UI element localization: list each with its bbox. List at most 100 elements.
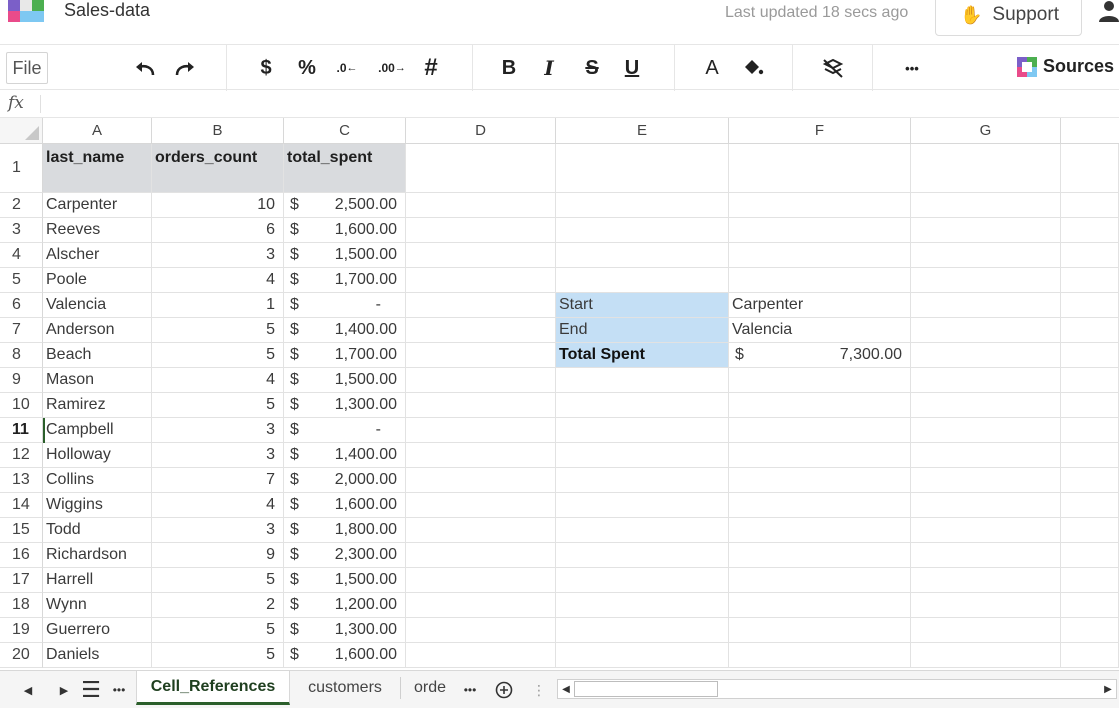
- column-header-d[interactable]: D: [406, 118, 556, 144]
- empty-cell[interactable]: [911, 368, 1061, 393]
- empty-cell[interactable]: [729, 193, 911, 218]
- empty-cell[interactable]: [556, 268, 729, 293]
- orders-count-cell[interactable]: 3: [152, 243, 284, 268]
- bold-button[interactable]: B: [496, 53, 522, 83]
- empty-cell[interactable]: [556, 218, 729, 243]
- empty-cell[interactable]: [1061, 443, 1119, 468]
- row-header[interactable]: 16: [0, 543, 43, 568]
- column-header-f[interactable]: F: [729, 118, 911, 144]
- tab-customers[interactable]: customers: [292, 671, 398, 705]
- row-header[interactable]: 10: [0, 393, 43, 418]
- empty-cell[interactable]: [1061, 193, 1119, 218]
- prev-sheet-arrow-icon[interactable]: ◀: [18, 671, 38, 708]
- last-name-cell[interactable]: Anderson: [43, 318, 152, 343]
- orders-count-cell[interactable]: 3: [152, 418, 284, 443]
- empty-cell[interactable]: [556, 543, 729, 568]
- orders-count-cell[interactable]: 9: [152, 543, 284, 568]
- sheet-list-icon[interactable]: ☰: [78, 671, 104, 708]
- empty-cell[interactable]: [406, 543, 556, 568]
- underline-button[interactable]: U: [618, 53, 646, 83]
- empty-cell[interactable]: [911, 144, 1061, 193]
- column-header-extra[interactable]: [1061, 118, 1119, 144]
- last-name-cell[interactable]: Poole: [43, 268, 152, 293]
- orders-count-cell[interactable]: 4: [152, 368, 284, 393]
- total-spent-cell[interactable]: $1,500.00: [284, 368, 406, 393]
- header-cell-b[interactable]: orders_count: [152, 144, 284, 193]
- empty-cell[interactable]: [406, 193, 556, 218]
- last-name-cell[interactable]: Campbell: [43, 418, 152, 443]
- empty-cell[interactable]: [729, 268, 911, 293]
- row-header[interactable]: 3: [0, 218, 43, 243]
- last-name-cell[interactable]: Wiggins: [43, 493, 152, 518]
- empty-cell[interactable]: [729, 543, 911, 568]
- empty-cell[interactable]: [556, 418, 729, 443]
- empty-cell[interactable]: [1061, 493, 1119, 518]
- orders-count-cell[interactable]: 3: [152, 518, 284, 543]
- empty-cell[interactable]: [911, 518, 1061, 543]
- orders-count-cell[interactable]: 5: [152, 618, 284, 643]
- empty-cell[interactable]: [911, 618, 1061, 643]
- empty-cell[interactable]: [729, 618, 911, 643]
- empty-cell[interactable]: [729, 518, 911, 543]
- empty-cell[interactable]: [1061, 144, 1119, 193]
- tab-cell-references[interactable]: Cell_References: [136, 671, 290, 705]
- row-header[interactable]: 14: [0, 493, 43, 518]
- empty-cell[interactable]: [911, 218, 1061, 243]
- more-sheets-icon[interactable]: •••: [458, 671, 482, 708]
- total-spent-cell[interactable]: $1,300.00: [284, 618, 406, 643]
- orders-count-cell[interactable]: 5: [152, 393, 284, 418]
- empty-cell[interactable]: [406, 318, 556, 343]
- last-name-cell[interactable]: Valencia: [43, 293, 152, 318]
- empty-cell[interactable]: [729, 643, 911, 668]
- empty-cell[interactable]: [406, 144, 556, 193]
- app-logo-icon[interactable]: [8, 0, 44, 22]
- header-cell-a[interactable]: last_name: [43, 144, 152, 193]
- column-header-c[interactable]: C: [284, 118, 406, 144]
- empty-cell[interactable]: [406, 518, 556, 543]
- support-button[interactable]: ✋ Support: [935, 0, 1082, 36]
- increase-decimal-button[interactable]: .00 →: [376, 53, 408, 83]
- row-header[interactable]: 2: [0, 193, 43, 218]
- total-spent-cell[interactable]: $1,700.00: [284, 343, 406, 368]
- column-header-g[interactable]: G: [911, 118, 1061, 144]
- orders-count-cell[interactable]: 4: [152, 493, 284, 518]
- total-spent-cell[interactable]: $1,500.00: [284, 243, 406, 268]
- formula-input[interactable]: [48, 94, 1108, 114]
- empty-cell[interactable]: [556, 518, 729, 543]
- italic-button[interactable]: I: [536, 53, 562, 83]
- empty-cell[interactable]: [406, 493, 556, 518]
- last-name-cell[interactable]: Reeves: [43, 218, 152, 243]
- empty-cell[interactable]: [1061, 568, 1119, 593]
- row-header[interactable]: 20: [0, 643, 43, 668]
- percent-format-button[interactable]: %: [292, 53, 322, 83]
- drag-handle-icon[interactable]: ⋮: [532, 671, 546, 708]
- last-name-cell[interactable]: Ramirez: [43, 393, 152, 418]
- total-spent-cell[interactable]: $1,500.00: [284, 568, 406, 593]
- total-spent-cell[interactable]: $1,700.00: [284, 268, 406, 293]
- empty-cell[interactable]: [729, 243, 911, 268]
- empty-cell[interactable]: [1061, 593, 1119, 618]
- empty-cell[interactable]: [1061, 368, 1119, 393]
- empty-cell[interactable]: [729, 443, 911, 468]
- row-header[interactable]: 15: [0, 518, 43, 543]
- number-format-button[interactable]: #: [416, 53, 446, 83]
- row-header[interactable]: 7: [0, 318, 43, 343]
- empty-cell[interactable]: [1061, 268, 1119, 293]
- empty-cell[interactable]: [406, 243, 556, 268]
- empty-cell[interactable]: [556, 243, 729, 268]
- row-header[interactable]: 13: [0, 468, 43, 493]
- empty-cell[interactable]: [406, 368, 556, 393]
- orders-count-cell[interactable]: 2: [152, 593, 284, 618]
- empty-cell[interactable]: [1061, 643, 1119, 668]
- add-sheet-button[interactable]: [492, 671, 516, 708]
- empty-cell[interactable]: [911, 593, 1061, 618]
- row-header[interactable]: 6: [0, 293, 43, 318]
- empty-cell[interactable]: [729, 418, 911, 443]
- last-name-cell[interactable]: Holloway: [43, 443, 152, 468]
- row-header[interactable]: 8: [0, 343, 43, 368]
- total-spent-cell[interactable]: $1,600.00: [284, 643, 406, 668]
- empty-cell[interactable]: [911, 543, 1061, 568]
- row-header[interactable]: 5: [0, 268, 43, 293]
- empty-cell[interactable]: [1061, 218, 1119, 243]
- last-name-cell[interactable]: Todd: [43, 518, 152, 543]
